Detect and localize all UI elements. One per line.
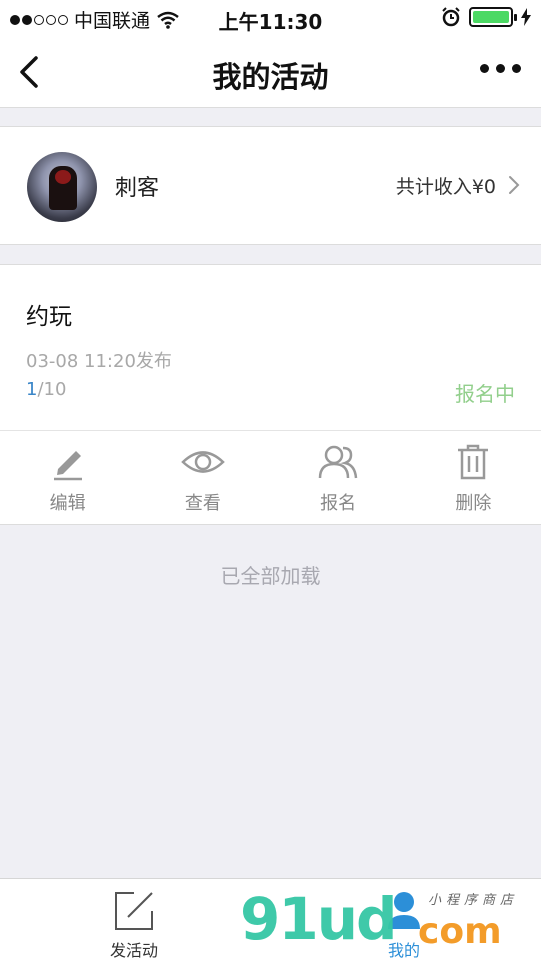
signup-current: 1 xyxy=(26,379,38,400)
delete-button[interactable]: 删除 xyxy=(406,431,541,525)
username: 刺客 xyxy=(115,176,160,201)
watermark: 91ud 小程序商店 com xyxy=(240,885,540,955)
activity-card: 约玩 03-08 11:20发布 1/10 报名中 编辑 查看 报名 删除 xyxy=(0,264,541,525)
edit-button[interactable]: 编辑 xyxy=(0,431,135,525)
more-dots-icon xyxy=(480,64,489,73)
watermark-suffix: com xyxy=(418,911,502,952)
watermark-tagline: 小程序商店 xyxy=(428,893,519,908)
signup-total: /10 xyxy=(37,379,67,400)
activity-actions: 编辑 查看 报名 删除 xyxy=(0,431,541,525)
signup-label: 报名 xyxy=(320,493,357,514)
delete-label: 删除 xyxy=(455,493,492,514)
profile-card[interactable]: 刺客 共计收入¥0 xyxy=(0,126,541,245)
edit-label: 编辑 xyxy=(49,493,86,514)
watermark-logo: 91ud xyxy=(240,885,398,953)
charging-bolt-icon xyxy=(521,8,531,26)
nav-bar: 我的活动 xyxy=(0,36,541,108)
chevron-right-icon xyxy=(509,176,520,194)
pencil-icon xyxy=(53,451,82,481)
activity-title[interactable]: 约玩 xyxy=(26,297,72,331)
income-total: 共计收入¥0 xyxy=(395,176,496,198)
battery-level xyxy=(473,11,509,23)
status-right xyxy=(441,7,531,27)
eye-icon xyxy=(181,451,225,473)
more-button[interactable] xyxy=(480,64,521,73)
tab-publish[interactable]: 发活动 xyxy=(44,879,224,960)
compose-icon xyxy=(115,892,153,930)
status-badge: 报名中 xyxy=(455,382,515,406)
view-label: 查看 xyxy=(184,493,221,514)
status-bar: 中国联通 上午11:30 xyxy=(0,0,541,36)
battery-icon xyxy=(469,7,517,27)
users-icon xyxy=(318,445,358,479)
alarm-icon xyxy=(442,7,460,27)
avatar xyxy=(27,152,97,222)
activity-signup-count: 1/10 xyxy=(26,379,66,400)
trash-icon xyxy=(458,444,489,480)
activity-published-time: 03-08 11:20发布 xyxy=(26,351,172,372)
all-loaded-text: 已全部加载 xyxy=(220,564,321,588)
view-button[interactable]: 查看 xyxy=(135,431,270,525)
page-title: 我的活动 xyxy=(212,60,329,94)
tab-publish-label: 发活动 xyxy=(109,941,158,960)
signup-button[interactable]: 报名 xyxy=(271,431,406,525)
